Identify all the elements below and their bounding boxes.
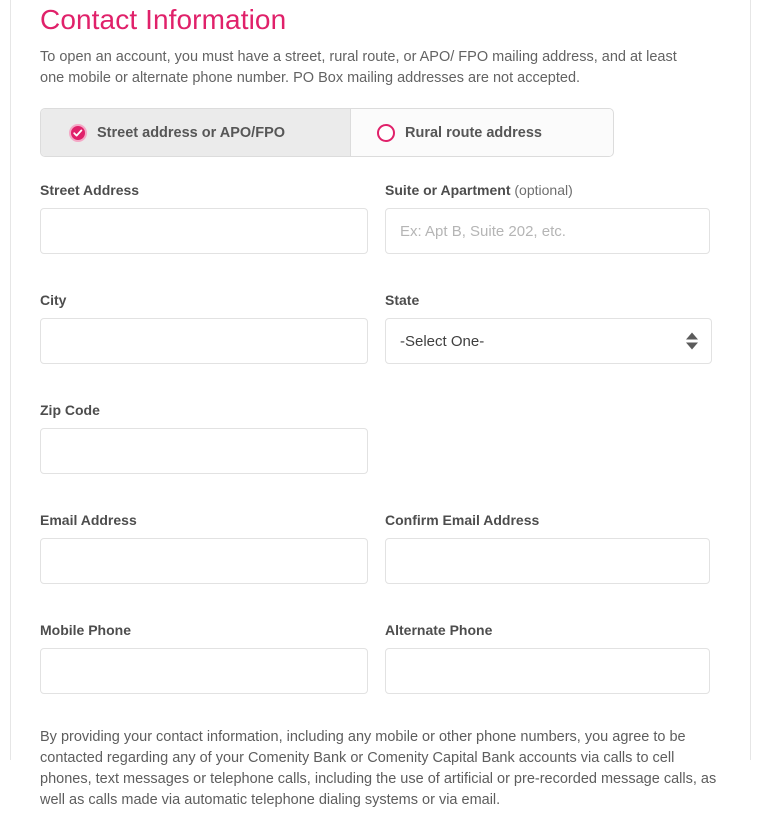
address-type-option-street[interactable]: Street address or APO/FPO [41, 109, 351, 156]
radio-unchecked-icon [377, 123, 395, 142]
field-group-zip-code: Zip Code [40, 402, 385, 474]
street-address-input[interactable] [40, 208, 368, 254]
mobile-phone-input[interactable] [40, 648, 368, 694]
field-group-suite: Suite or Apartment (optional) [385, 182, 712, 254]
page-title: Contact Information [40, 4, 287, 35]
form-row-zip: Zip Code [40, 402, 712, 474]
field-group-mobile-phone: Mobile Phone [40, 622, 385, 694]
contact-information-page: Contact Information To open an account, … [0, 0, 762, 826]
state-select-value: -Select One- [400, 332, 485, 350]
label-email: Email Address [40, 512, 137, 528]
form-row-city-state: City State -Select One- [40, 292, 712, 364]
field-group-street-address: Street Address [40, 182, 385, 254]
form-row-email: Email Address Confirm Email Address [40, 512, 712, 584]
address-type-option-rural[interactable]: Rural route address [351, 109, 612, 156]
contact-form: Street Address Suite or Apartment (optio… [40, 182, 712, 694]
city-input[interactable] [40, 318, 368, 364]
label-suite-text: Suite or Apartment [385, 182, 511, 198]
radio-checked-icon [69, 123, 87, 142]
field-group-email: Email Address [40, 512, 385, 584]
label-confirm-email: Confirm Email Address [385, 512, 540, 528]
label-suite: Suite or Apartment (optional) [385, 182, 712, 199]
label-state: State [385, 292, 420, 308]
alternate-phone-input[interactable] [385, 648, 710, 694]
label-suite-optional: (optional) [514, 182, 573, 198]
address-type-label-street: Street address or APO/FPO [97, 124, 286, 141]
label-street-address: Street Address [40, 182, 140, 198]
field-group-state: State -Select One- [385, 292, 712, 364]
form-row-phone: Mobile Phone Alternate Phone [40, 622, 712, 694]
field-group-city: City [40, 292, 385, 364]
select-arrows-icon [686, 332, 698, 350]
state-select[interactable]: -Select One- [385, 318, 712, 364]
email-input[interactable] [40, 538, 368, 584]
state-select-wrapper: -Select One- [385, 318, 712, 364]
suite-input[interactable] [385, 208, 710, 254]
field-group-confirm-email: Confirm Email Address [385, 512, 712, 584]
label-mobile-phone: Mobile Phone [40, 622, 131, 638]
label-zip-code: Zip Code [40, 402, 100, 418]
zip-code-input[interactable] [40, 428, 368, 474]
contact-disclosure-text: By providing your contact information, i… [40, 729, 717, 808]
address-type-selector: Street address or APO/FPO Rural route ad… [40, 108, 614, 157]
chevron-down-icon [686, 342, 698, 350]
field-group-alternate-phone: Alternate Phone [385, 622, 712, 694]
intro-paragraph: To open an account, you must have a stre… [40, 49, 677, 86]
label-city: City [40, 292, 67, 308]
label-alternate-phone: Alternate Phone [385, 622, 493, 638]
field-group-zip-spacer [385, 402, 712, 474]
address-type-label-rural: Rural route address [405, 124, 542, 141]
confirm-email-input[interactable] [385, 538, 710, 584]
form-row-address: Street Address Suite or Apartment (optio… [40, 182, 712, 254]
chevron-up-icon [686, 332, 698, 340]
